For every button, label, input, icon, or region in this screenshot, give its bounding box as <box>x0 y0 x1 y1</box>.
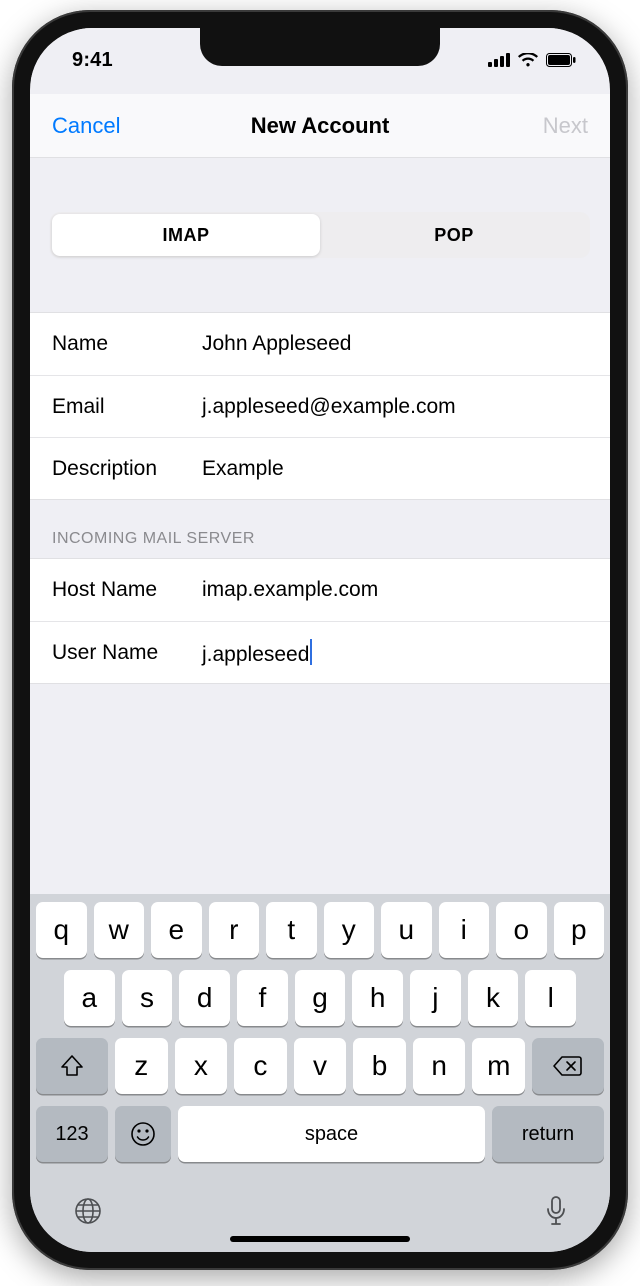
email-field[interactable]: j.appleseed@example.com <box>202 395 588 419</box>
keyboard-row-4: 123 space return <box>36 1106 604 1162</box>
text-cursor <box>310 639 312 665</box>
key-t[interactable]: t <box>266 902 317 958</box>
numbers-key[interactable]: 123 <box>36 1106 108 1162</box>
space-key[interactable]: space <box>178 1106 485 1162</box>
key-w[interactable]: w <box>94 902 145 958</box>
description-row: Description Example <box>30 437 610 499</box>
key-g[interactable]: g <box>295 970 346 1026</box>
incoming-server-group: Host Name imap.example.com User Name j.a… <box>30 558 610 684</box>
wifi-icon <box>518 53 538 67</box>
notch <box>200 28 440 66</box>
host-name-label: Host Name <box>52 578 202 602</box>
keyboard-row-3: zxcvbnm <box>36 1038 604 1094</box>
key-o[interactable]: o <box>496 902 547 958</box>
battery-icon <box>546 53 576 67</box>
name-field[interactable]: John Appleseed <box>202 332 588 356</box>
host-name-field[interactable]: imap.example.com <box>202 578 588 602</box>
globe-icon[interactable] <box>72 1195 104 1232</box>
user-name-row: User Name j.appleseed <box>30 621 610 683</box>
keyboard: qwertyuiop asdfghjkl zxcvbnm 123 space r… <box>30 894 610 1252</box>
description-label: Description <box>52 457 202 481</box>
key-a[interactable]: a <box>64 970 115 1026</box>
segment-pop[interactable]: POP <box>320 214 588 256</box>
name-row: Name John Appleseed <box>30 313 610 375</box>
page-title: New Account <box>251 113 390 139</box>
cellular-icon <box>488 53 510 67</box>
key-m[interactable]: m <box>472 1038 525 1094</box>
iphone-frame: 9:41 Cancel New Account Next <box>12 10 628 1270</box>
shift-key[interactable] <box>36 1038 108 1094</box>
incoming-server-header: INCOMING MAIL SERVER <box>30 500 610 558</box>
email-label: Email <box>52 395 202 419</box>
key-k[interactable]: k <box>468 970 519 1026</box>
cancel-button[interactable]: Cancel <box>52 113 142 139</box>
key-y[interactable]: y <box>324 902 375 958</box>
segment-imap[interactable]: IMAP <box>52 214 320 256</box>
next-button[interactable]: Next <box>498 113 588 139</box>
description-field[interactable]: Example <box>202 457 588 481</box>
key-u[interactable]: u <box>381 902 432 958</box>
home-indicator[interactable] <box>230 1236 410 1242</box>
emoji-key[interactable] <box>115 1106 171 1162</box>
key-d[interactable]: d <box>179 970 230 1026</box>
user-name-label: User Name <box>52 641 202 665</box>
name-label: Name <box>52 332 202 356</box>
host-name-row: Host Name imap.example.com <box>30 559 610 621</box>
key-q[interactable]: q <box>36 902 87 958</box>
keyboard-row-2: asdfghjkl <box>36 970 604 1026</box>
protocol-segmented-control[interactable]: IMAP POP <box>50 212 590 258</box>
keyboard-row-1: qwertyuiop <box>36 902 604 958</box>
key-z[interactable]: z <box>115 1038 168 1094</box>
key-l[interactable]: l <box>525 970 576 1026</box>
key-n[interactable]: n <box>413 1038 466 1094</box>
dictation-icon[interactable] <box>544 1195 568 1232</box>
key-r[interactable]: r <box>209 902 260 958</box>
user-name-field[interactable]: j.appleseed <box>202 639 588 667</box>
nav-bar: Cancel New Account Next <box>30 94 610 158</box>
key-p[interactable]: p <box>554 902 605 958</box>
screen: 9:41 Cancel New Account Next <box>30 28 610 1252</box>
key-h[interactable]: h <box>352 970 403 1026</box>
key-v[interactable]: v <box>294 1038 347 1094</box>
key-b[interactable]: b <box>353 1038 406 1094</box>
status-time: 9:41 <box>72 49 113 72</box>
email-row: Email j.appleseed@example.com <box>30 375 610 437</box>
key-e[interactable]: e <box>151 902 202 958</box>
backspace-key[interactable] <box>532 1038 604 1094</box>
return-key[interactable]: return <box>492 1106 604 1162</box>
key-j[interactable]: j <box>410 970 461 1026</box>
key-s[interactable]: s <box>122 970 173 1026</box>
key-c[interactable]: c <box>234 1038 287 1094</box>
key-f[interactable]: f <box>237 970 288 1026</box>
key-x[interactable]: x <box>175 1038 228 1094</box>
key-i[interactable]: i <box>439 902 490 958</box>
account-info-group: Name John Appleseed Email j.appleseed@ex… <box>30 312 610 500</box>
